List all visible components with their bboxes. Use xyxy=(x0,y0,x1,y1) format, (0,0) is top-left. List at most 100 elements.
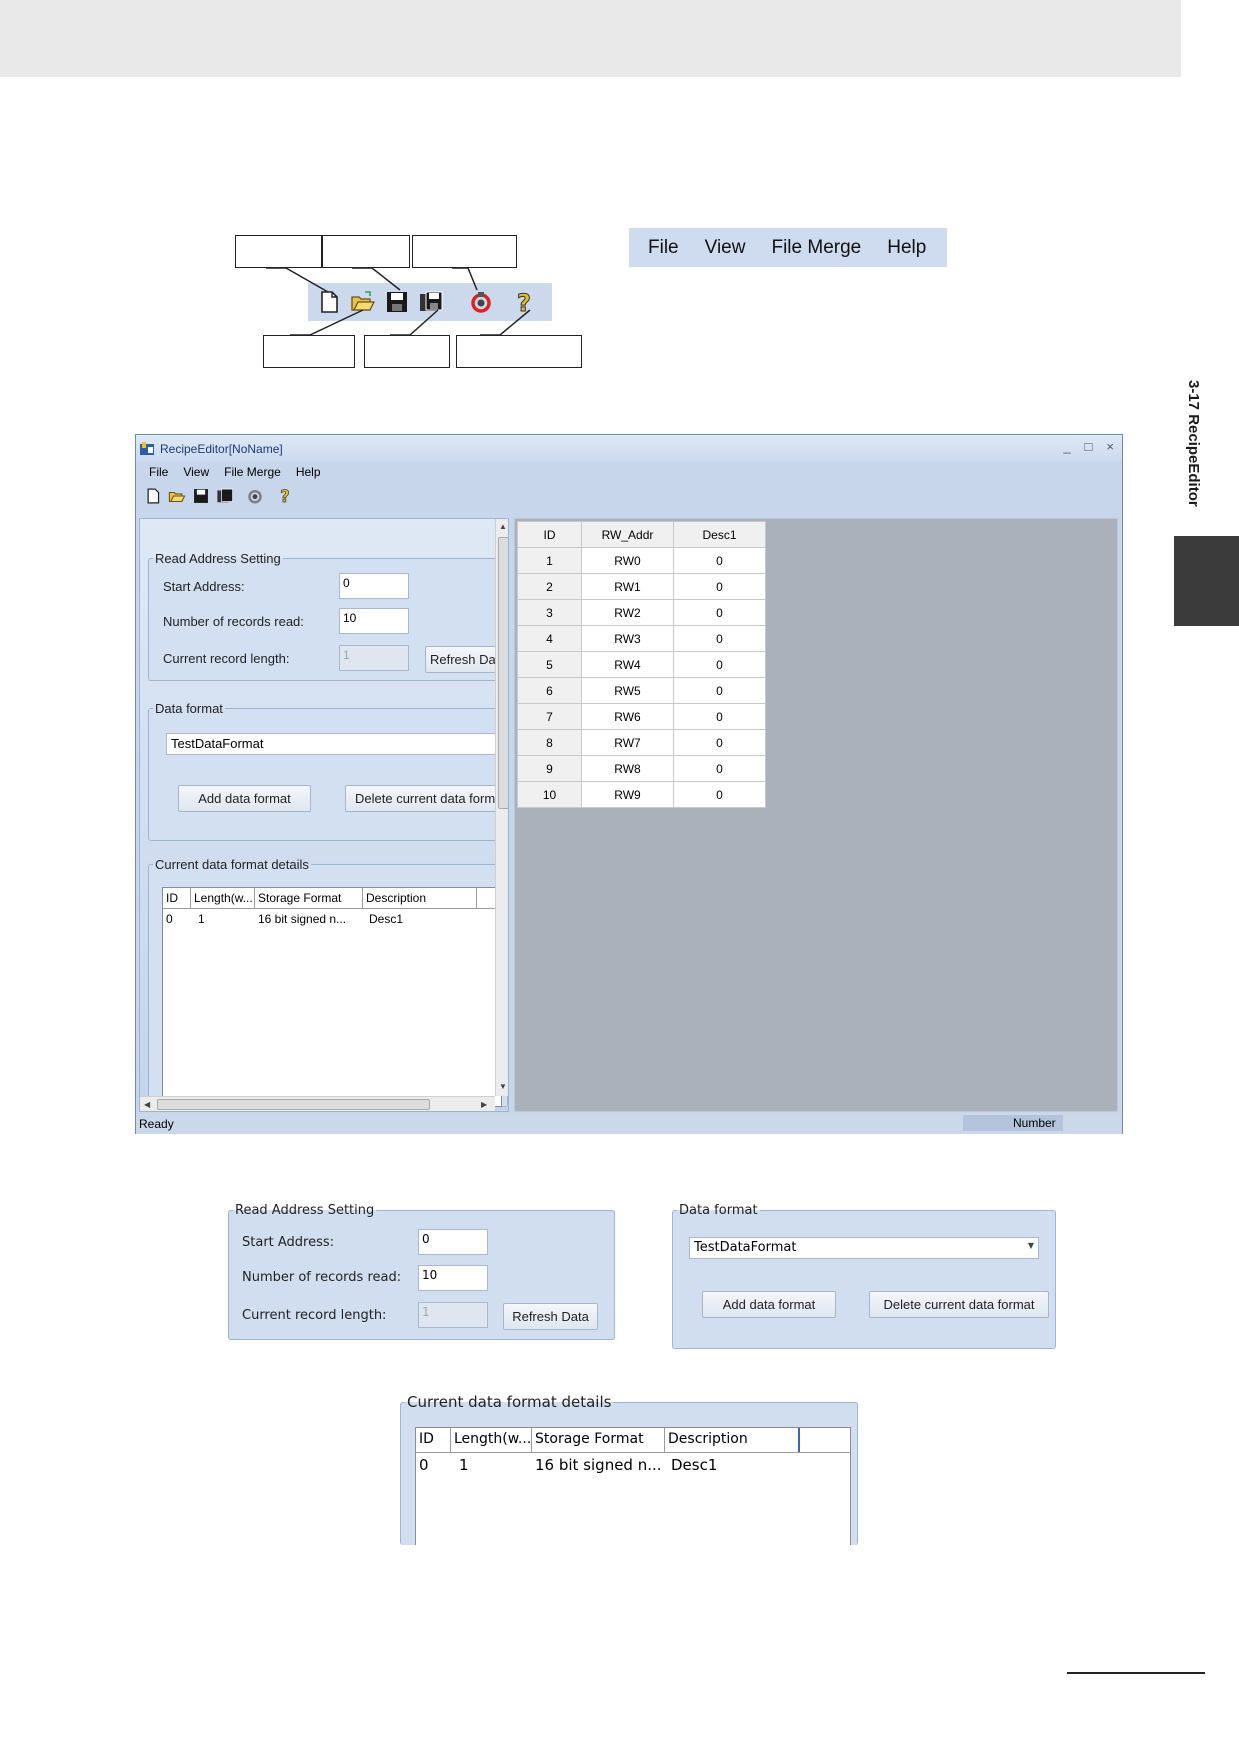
menu-file-merge[interactable]: File Merge xyxy=(224,465,281,479)
grid-row[interactable]: 3 RW2 0 xyxy=(517,599,766,626)
grid-row[interactable]: 7 RW6 0 xyxy=(517,703,766,730)
record-length-label: Current record length: xyxy=(163,651,290,666)
menu-file[interactable]: File xyxy=(149,465,168,479)
horizontal-scrollbar[interactable]: ◀ ▶ xyxy=(140,1096,495,1111)
zoom-details-cell-storage: 16 bit signed n... xyxy=(535,1456,662,1474)
details-col-description[interactable]: Description xyxy=(363,888,477,908)
grid-cell-desc1[interactable]: 0 xyxy=(673,573,766,600)
scroll-right-icon[interactable]: ▶ xyxy=(481,1100,487,1109)
zoom-records-read-input[interactable]: 10 xyxy=(418,1265,488,1291)
help-icon[interactable]: ? xyxy=(276,487,294,505)
close-button[interactable]: × xyxy=(1106,439,1114,454)
records-read-input[interactable]: 10 xyxy=(339,608,409,634)
title-bar[interactable]: RecipeEditor[NoName] _ □ × xyxy=(136,435,1122,461)
details-row[interactable]: 0 1 16 bit signed n... Desc1 xyxy=(163,909,501,929)
grid-cell-rw-addr[interactable]: RW5 xyxy=(581,677,674,704)
grid-cell-desc1[interactable]: 0 xyxy=(673,651,766,678)
grid-cell-id[interactable]: 4 xyxy=(517,625,582,652)
grid-cell-id[interactable]: 5 xyxy=(517,651,582,678)
grid-cell-rw-addr[interactable]: RW9 xyxy=(581,781,674,808)
grid-cell-rw-addr[interactable]: RW4 xyxy=(581,651,674,678)
data-format-group: Data format xyxy=(148,701,508,841)
menu-preview-view[interactable]: View xyxy=(705,237,746,259)
vertical-scroll-thumb[interactable] xyxy=(498,537,508,809)
grid-row[interactable]: 8 RW7 0 xyxy=(517,729,766,756)
grid-row[interactable]: 2 RW1 0 xyxy=(517,573,766,600)
grid-cell-desc1[interactable]: 0 xyxy=(673,677,766,704)
zoom-details-col-storage[interactable]: Storage Format xyxy=(532,1428,665,1452)
details-list[interactable]: ID Length(w... Storage Format Descriptio… xyxy=(162,887,502,1107)
grid-cell-rw-addr[interactable]: RW7 xyxy=(581,729,674,756)
menu-view[interactable]: View xyxy=(183,465,209,479)
recycle-icon[interactable] xyxy=(246,487,264,505)
grid-row[interactable]: 5 RW4 0 xyxy=(517,651,766,678)
grid-cell-desc1[interactable]: 0 xyxy=(673,599,766,626)
details-col-id[interactable]: ID xyxy=(163,888,191,908)
grid-col-id[interactable]: ID xyxy=(517,521,582,548)
refresh-data-button[interactable]: Refresh Data xyxy=(425,646,505,673)
details-legend: Current data format details xyxy=(155,857,309,872)
horizontal-scroll-thumb[interactable] xyxy=(157,1099,430,1110)
zoom-details-list[interactable]: ID Length(w... Storage Format Descriptio… xyxy=(415,1427,851,1545)
delete-data-format-button[interactable]: Delete current data format xyxy=(345,785,505,812)
zoom-add-data-format-button[interactable]: Add data format xyxy=(702,1291,836,1318)
grid-cell-desc1[interactable]: 0 xyxy=(673,755,766,782)
save-as-icon[interactable] xyxy=(216,487,234,505)
maximize-button[interactable]: □ xyxy=(1085,439,1093,454)
grid-cell-id[interactable]: 6 xyxy=(517,677,582,704)
grid-cell-rw-addr[interactable]: RW0 xyxy=(581,547,674,574)
grid-cell-id[interactable]: 7 xyxy=(517,703,582,730)
data-format-select[interactable]: TestDataFormat xyxy=(166,733,506,755)
grid-row[interactable]: 9 RW8 0 xyxy=(517,755,766,782)
zoom-details-col-description[interactable]: Description xyxy=(665,1428,800,1452)
add-data-format-button[interactable]: Add data format xyxy=(178,785,311,812)
save-icon[interactable] xyxy=(192,487,210,505)
grid-cell-desc1[interactable]: 0 xyxy=(673,781,766,808)
grid-row[interactable]: 10 RW9 0 xyxy=(517,781,766,808)
menu-preview-file[interactable]: File xyxy=(648,237,679,259)
grid-cell-id[interactable]: 8 xyxy=(517,729,582,756)
open-folder-icon[interactable] xyxy=(168,487,186,505)
zoom-refresh-data-button[interactable]: Refresh Data xyxy=(503,1303,598,1330)
grid-cell-id[interactable]: 2 xyxy=(517,573,582,600)
minimize-button[interactable]: _ xyxy=(1063,439,1070,454)
scroll-left-icon[interactable]: ◀ xyxy=(144,1100,150,1109)
grid-cell-desc1[interactable]: 0 xyxy=(673,625,766,652)
zoom-delete-data-format-button[interactable]: Delete current data format xyxy=(869,1291,1049,1318)
zoom-data-format-select[interactable]: TestDataFormat ▼ xyxy=(689,1237,1039,1259)
zoom-details-row[interactable]: 0 1 16 bit signed n... Desc1 xyxy=(416,1453,850,1477)
vertical-scrollbar[interactable]: ▲ ▼ xyxy=(495,519,508,1096)
grid-cell-desc1[interactable]: 0 xyxy=(673,547,766,574)
zoom-start-address-input[interactable]: 0 xyxy=(418,1229,488,1255)
grid-row[interactable]: 1 RW0 0 xyxy=(517,547,766,574)
start-address-input[interactable]: 0 xyxy=(339,573,409,599)
grid-cell-id[interactable]: 9 xyxy=(517,755,582,782)
grid-row[interactable]: 4 RW3 0 xyxy=(517,625,766,652)
menu-help[interactable]: Help xyxy=(296,465,321,479)
details-col-length[interactable]: Length(w... xyxy=(191,888,255,908)
grid-cell-rw-addr[interactable]: RW8 xyxy=(581,755,674,782)
grid-cell-rw-addr[interactable]: RW3 xyxy=(581,625,674,652)
scroll-down-icon[interactable]: ▼ xyxy=(499,1082,507,1091)
grid-cell-rw-addr[interactable]: RW2 xyxy=(581,599,674,626)
grid-cell-desc1[interactable]: 0 xyxy=(673,729,766,756)
menu-preview-help[interactable]: Help xyxy=(887,237,926,259)
zoom-details-col-id[interactable]: ID xyxy=(416,1428,451,1452)
grid-cell-id[interactable]: 1 xyxy=(517,547,582,574)
grid-cell-rw-addr[interactable]: RW6 xyxy=(581,703,674,730)
grid-col-rw-addr[interactable]: RW_Addr xyxy=(581,521,674,548)
scroll-up-icon[interactable]: ▲ xyxy=(499,522,507,531)
grid-row[interactable]: 6 RW5 0 xyxy=(517,677,766,704)
grid-cell-rw-addr[interactable]: RW1 xyxy=(581,573,674,600)
details-col-storage[interactable]: Storage Format xyxy=(255,888,363,908)
zoom-details-col-length[interactable]: Length(w... xyxy=(451,1428,532,1452)
grid-cell-desc1[interactable]: 0 xyxy=(673,703,766,730)
data-grid[interactable]: ID RW_Addr Desc1 1 RW0 0 2 RW1 0 3 RW2 0 4 RW3 0 5 RW… xyxy=(517,521,766,808)
new-file-icon[interactable] xyxy=(144,487,162,505)
menu-preview-file-merge[interactable]: File Merge xyxy=(771,237,861,259)
dropdown-arrow-icon[interactable]: ▼ xyxy=(1028,1241,1034,1250)
grid-cell-id[interactable]: 10 xyxy=(517,781,582,808)
grid-col-desc1[interactable]: Desc1 xyxy=(673,521,766,548)
grid-cell-id[interactable]: 3 xyxy=(517,599,582,626)
data-format-zoom: Data format TestDataFormat ▼ Add data fo… xyxy=(672,1203,1056,1349)
